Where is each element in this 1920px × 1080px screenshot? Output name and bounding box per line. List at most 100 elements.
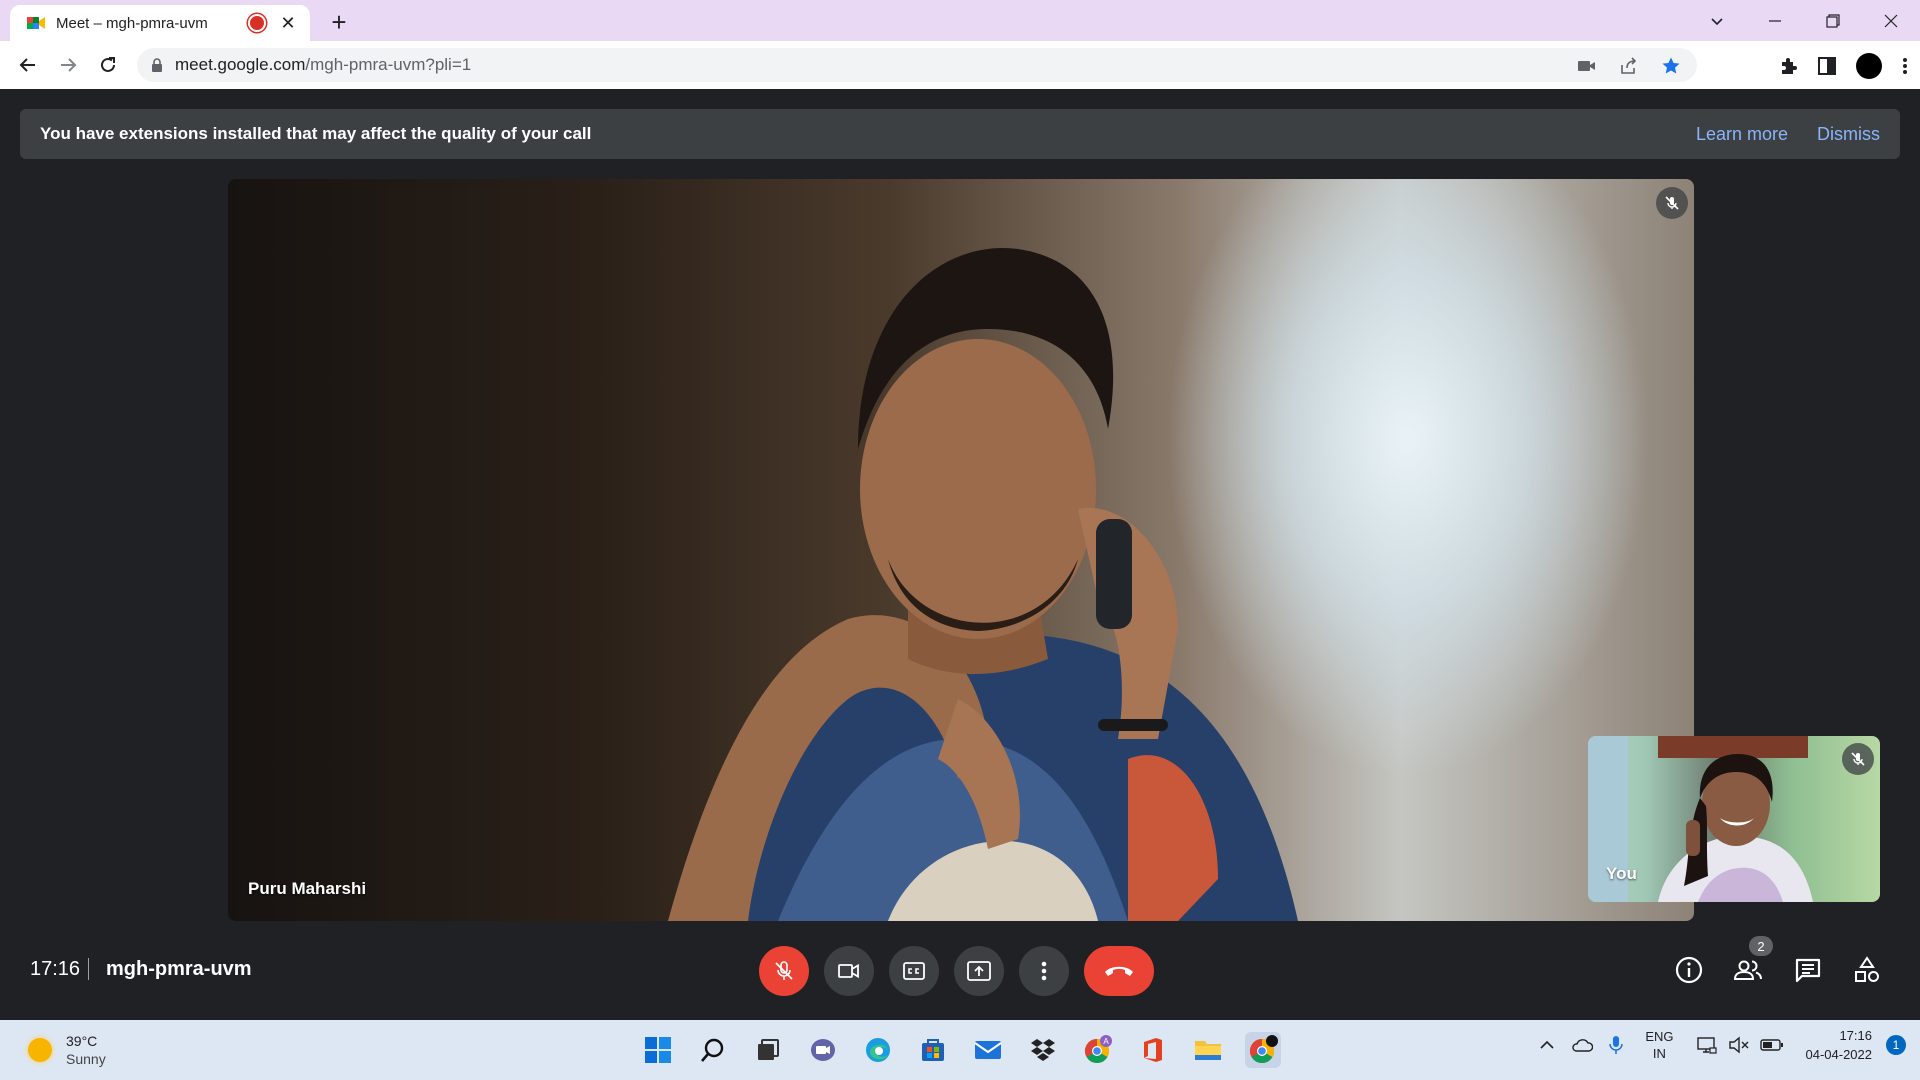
weather-widget[interactable]: 39°C Sunny [28, 1032, 106, 1068]
chrome-menu-icon[interactable] [1902, 56, 1908, 76]
meeting-code: mgh-pmra-uvm [106, 958, 252, 980]
google-meet-icon [27, 17, 45, 29]
learn-more-link[interactable]: Learn more [1696, 124, 1788, 145]
back-button[interactable] [16, 53, 40, 77]
chrome-profile-a-button[interactable]: A [1080, 1032, 1116, 1068]
show-hidden-icons-button[interactable] [1539, 1039, 1555, 1051]
banner-message: You have extensions installed that may a… [40, 124, 592, 143]
clock-time: 17:16 [1839, 1028, 1872, 1043]
input-language-indicator[interactable]: ENG IN [1645, 1028, 1673, 1062]
side-panel-icon[interactable] [1818, 57, 1836, 75]
notification-count-badge[interactable]: 1 [1886, 1035, 1906, 1055]
start-button[interactable] [640, 1032, 676, 1068]
present-screen-button[interactable] [954, 946, 1004, 996]
svg-text:A: A [1103, 1037, 1109, 1046]
minimize-button[interactable] [1746, 0, 1804, 41]
search-icon [701, 1038, 724, 1062]
forward-button[interactable] [56, 53, 80, 77]
url-path: /mgh-pmra-uvm?pli=1 [305, 55, 472, 74]
divider [88, 958, 89, 980]
mail-icon [974, 1041, 1002, 1059]
bookmark-star-icon[interactable] [1661, 56, 1681, 76]
new-tab-button[interactable]: + [325, 7, 353, 38]
onedrive-button[interactable] [1571, 1038, 1594, 1052]
network-icon [1696, 1037, 1717, 1054]
edge-icon [866, 1038, 890, 1062]
closed-captions-icon [903, 962, 925, 980]
self-tile-muted-icon [1842, 743, 1874, 775]
volume-button[interactable] [1728, 1036, 1750, 1054]
close-window-button[interactable] [1862, 0, 1920, 41]
restore-button[interactable] [1804, 0, 1862, 41]
tab-meet[interactable]: Meet – mgh-pmra-uvm ✕ [10, 5, 310, 41]
sunny-weather-icon [28, 1038, 52, 1062]
present-to-all-icon [967, 961, 991, 981]
activities-shapes-icon [1855, 956, 1879, 982]
windows-logo-icon [645, 1037, 671, 1063]
tab-title: Meet – mgh-pmra-uvm [56, 14, 208, 32]
tab-search-icon[interactable] [1688, 0, 1746, 41]
teams-chat-icon [811, 1039, 835, 1061]
camera-toggle-button[interactable] [824, 946, 874, 996]
region-code: IN [1652, 1046, 1666, 1061]
task-view-button[interactable] [750, 1032, 786, 1068]
taskbar-clock[interactable]: 17:16 04-04-2022 [1806, 1026, 1873, 1064]
weather-condition: Sunny [66, 1051, 106, 1067]
file-explorer-button[interactable] [1190, 1032, 1226, 1068]
browser-toolbar: meet.google.com/mgh-pmra-uvm?pli=1 [0, 41, 1920, 89]
more-options-button[interactable] [1019, 946, 1069, 996]
camera-in-use-icon[interactable] [1577, 59, 1597, 73]
chrome-icon [1249, 1035, 1278, 1064]
forward-arrow-icon [61, 58, 77, 72]
close-tab-icon[interactable]: ✕ [278, 13, 298, 34]
share-icon[interactable] [1619, 56, 1639, 76]
url-text: meet.google.com/mgh-pmra-uvm?pli=1 [175, 55, 471, 75]
network-button[interactable] [1696, 1036, 1718, 1054]
chat-icon [1795, 958, 1821, 983]
main-participant-name: Puru Maharshi [248, 879, 367, 898]
dropbox-button[interactable] [1025, 1032, 1061, 1068]
clock-date: 04-04-2022 [1805, 1047, 1873, 1062]
microsoft-store-button[interactable] [915, 1032, 951, 1068]
extensions-icon[interactable] [1778, 56, 1798, 76]
chrome-icon: A [1084, 1035, 1112, 1064]
edge-browser-button[interactable] [860, 1032, 896, 1068]
microphone-tray-button[interactable] [1609, 1035, 1624, 1055]
self-view-video[interactable]: You [1588, 736, 1880, 902]
address-bar[interactable]: meet.google.com/mgh-pmra-uvm?pli=1 [137, 48, 1697, 82]
self-view-label: You [1606, 864, 1637, 883]
mic-off-icon [775, 961, 793, 980]
office-icon [1144, 1038, 1162, 1062]
meeting-details-button[interactable] [1672, 953, 1706, 987]
task-view-icon [758, 1039, 779, 1060]
taskbar-search-button[interactable] [695, 1032, 731, 1068]
captions-button[interactable] [889, 946, 939, 996]
dismiss-button[interactable]: Dismiss [1817, 124, 1880, 145]
lock-icon[interactable] [151, 58, 163, 72]
chevron-up-icon [1540, 1040, 1554, 1049]
profile-avatar[interactable] [1856, 53, 1882, 79]
dropbox-icon [1031, 1039, 1055, 1061]
weather-temperature: 39°C [66, 1033, 98, 1049]
recording-icon [250, 16, 264, 30]
microphone-toggle-button[interactable] [759, 946, 809, 996]
cloud-icon [1572, 1039, 1594, 1052]
microphone-icon [1609, 1036, 1624, 1054]
activities-button[interactable] [1850, 953, 1884, 987]
chrome-active-button[interactable] [1245, 1032, 1281, 1068]
system-tray: ENG IN 17:16 04-04-2022 1 [1523, 1026, 1906, 1064]
people-button[interactable] [1731, 953, 1765, 987]
battery-button[interactable] [1759, 1038, 1784, 1052]
teams-chat-button[interactable] [805, 1032, 841, 1068]
leave-call-button[interactable] [1084, 946, 1154, 996]
people-count-badge: 2 [1749, 936, 1773, 956]
chat-button[interactable] [1791, 953, 1825, 987]
mail-button[interactable] [970, 1032, 1006, 1068]
reload-button[interactable] [96, 53, 120, 77]
main-participant-video[interactable]: Puru Maharshi [228, 179, 1694, 921]
office-button[interactable] [1135, 1032, 1171, 1068]
tab-strip: Meet – mgh-pmra-uvm ✕ + [0, 0, 1920, 41]
back-arrow-icon [19, 58, 35, 72]
info-icon [1675, 956, 1703, 984]
main-tile-muted-icon [1656, 187, 1688, 219]
